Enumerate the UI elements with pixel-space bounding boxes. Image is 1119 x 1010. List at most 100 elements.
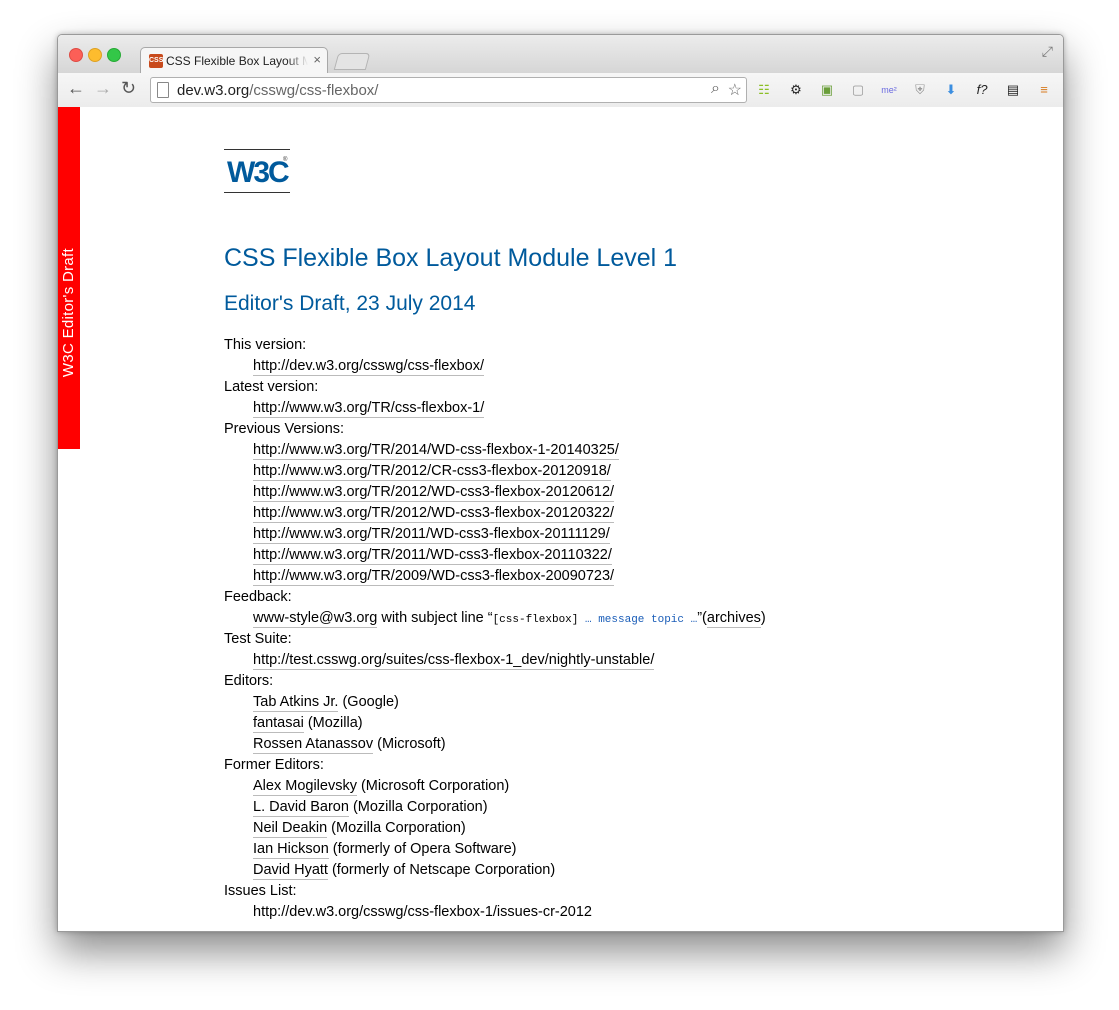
- readability-icon[interactable]: ▤: [1004, 81, 1022, 99]
- previous-version-link[interactable]: http://www.w3.org/TR/2011/WD-css3-flexbo…: [253, 547, 612, 565]
- former-editor-link[interactable]: Ian Hickson: [253, 841, 329, 859]
- logo-text: W3C: [227, 156, 290, 189]
- editor-link[interactable]: Tab Atkins Jr.: [253, 694, 339, 712]
- editor-affiliation: (Google): [338, 694, 399, 710]
- browser-window: CSS CSS Flexible Box Layout Module Level…: [57, 34, 1064, 932]
- zoom-window-button[interactable]: [107, 48, 121, 62]
- previous-version-item: http://www.w3.org/TR/2011/WD-css3-flexbo…: [253, 524, 766, 545]
- test-suite-label: Test Suite:: [224, 631, 292, 647]
- editor-item: fantasai (Mozilla): [253, 713, 766, 734]
- editor-item: Rossen Atanassov (Microsoft): [253, 734, 766, 755]
- editor-link[interactable]: fantasai: [253, 715, 304, 733]
- previous-version-link[interactable]: http://www.w3.org/TR/2012/WD-css3-flexbo…: [253, 484, 615, 502]
- former-editor-affiliation: (formerly of Netscape Corporation): [327, 862, 556, 878]
- editor-affiliation: (Microsoft): [373, 736, 446, 752]
- former-editor-affiliation: (Mozilla Corporation): [327, 820, 466, 836]
- previous-version-link[interactable]: http://www.w3.org/TR/2011/WD-css3-flexbo…: [253, 526, 610, 544]
- former-editor-link[interactable]: Neil Deakin: [253, 820, 328, 838]
- page-content: W3C Editor's Draft W3C ® CSS Flexible Bo…: [58, 107, 1063, 931]
- logo-registered: ®: [283, 157, 288, 163]
- feedback-label: Feedback:: [224, 589, 292, 605]
- reload-icon[interactable]: ↻: [121, 78, 136, 98]
- tab-title: CSS Flexible Box Layout Module Level 1: [166, 54, 308, 68]
- this-version-link[interactable]: http://dev.w3.org/csswg/css-flexbox/: [253, 358, 485, 376]
- close-tab-icon[interactable]: ×: [313, 52, 321, 67]
- previous-version-item: http://www.w3.org/TR/2012/CR-css3-flexbo…: [253, 461, 766, 482]
- former-editor-affiliation: (formerly of Opera Software): [328, 841, 517, 857]
- issues-list-label: Issues List:: [224, 883, 297, 899]
- browser-tab[interactable]: CSS CSS Flexible Box Layout Module Level…: [140, 47, 328, 74]
- close-window-button[interactable]: [69, 48, 83, 62]
- feedback-end: ): [760, 610, 766, 626]
- download-icon[interactable]: ⬇: [942, 81, 960, 99]
- previous-version-link[interactable]: http://www.w3.org/TR/2012/CR-css3-flexbo…: [253, 463, 611, 481]
- me2do-icon[interactable]: me²: [880, 81, 898, 99]
- back-arrow-icon[interactable]: ←: [67, 78, 85, 98]
- previous-version-item: http://www.w3.org/TR/2012/WD-css3-flexbo…: [253, 503, 766, 524]
- feedback-code: [css-flexbox]: [492, 614, 579, 626]
- feedback-email-link[interactable]: www-style@w3.org: [253, 610, 378, 628]
- shield-icon[interactable]: ⛨: [911, 81, 929, 99]
- archives-link[interactable]: archives: [706, 610, 761, 628]
- new-tab-button[interactable]: [333, 53, 371, 70]
- feedback-with-text: with subject line “: [377, 610, 493, 626]
- former-editor-item: Ian Hickson (formerly of Opera Software): [253, 839, 766, 860]
- latest-version-link[interactable]: http://www.w3.org/TR/css-flexbox-1/: [253, 400, 485, 418]
- feedback-item: www-style@w3.org with subject line “[css…: [253, 608, 766, 629]
- page-title: CSS Flexible Box Layout Module Level 1: [224, 244, 678, 272]
- former-editor-link[interactable]: David Hyatt: [253, 862, 328, 880]
- issues-list-url: http://dev.w3.org/csswg/css-flexbox-1/is…: [253, 904, 593, 920]
- status-ribbon[interactable]: W3C Editor's Draft: [58, 107, 80, 449]
- editor-link[interactable]: Rossen Atanassov: [253, 736, 374, 754]
- bookmark-star-icon[interactable]: ☆: [728, 80, 742, 100]
- ladder-icon[interactable]: ☷: [755, 81, 773, 99]
- editors-label: Editors:: [224, 673, 274, 689]
- former-editor-link[interactable]: L. David Baron: [253, 799, 349, 817]
- gear-icon[interactable]: ⚙: [787, 81, 805, 99]
- previous-version-link[interactable]: http://www.w3.org/TR/2009/WD-css3-flexbo…: [253, 568, 615, 586]
- previous-version-item: http://www.w3.org/TR/2009/WD-css3-flexbo…: [253, 566, 766, 587]
- title-bar: CSS CSS Flexible Box Layout Module Level…: [58, 35, 1063, 74]
- minimize-window-button[interactable]: [88, 48, 102, 62]
- paste-icon[interactable]: ▣: [818, 81, 836, 99]
- test-suite-item: http://test.csswg.org/suites/css-flexbox…: [253, 650, 766, 671]
- css-favicon-icon: CSS: [149, 54, 163, 68]
- latest-version-label: Latest version:: [224, 379, 319, 395]
- address-bar[interactable]: dev.w3.org/csswg/css-flexbox/ ⌕ ☆: [150, 77, 747, 103]
- previous-version-link[interactable]: http://www.w3.org/TR/2012/WD-css3-flexbo…: [253, 505, 615, 523]
- previous-version-item: http://www.w3.org/TR/2012/WD-css3-flexbo…: [253, 482, 766, 503]
- fullscreen-icon[interactable]: ⤢: [1042, 43, 1053, 60]
- latest-version-item: http://www.w3.org/TR/css-flexbox-1/: [253, 398, 766, 419]
- url-host: dev.w3.org: [177, 82, 250, 99]
- former-editors-label: Former Editors:: [224, 757, 324, 773]
- feedback-close-quote: ”(: [697, 610, 707, 626]
- menu-icon[interactable]: ≡: [1035, 81, 1053, 99]
- page-icon: [157, 82, 169, 98]
- former-editor-item: L. David Baron (Mozilla Corporation): [253, 797, 766, 818]
- previous-version-link[interactable]: http://www.w3.org/TR/2014/WD-css-flexbox…: [253, 442, 619, 460]
- this-version-item: http://dev.w3.org/csswg/css-flexbox/: [253, 356, 766, 377]
- editor-item: Tab Atkins Jr. (Google): [253, 692, 766, 713]
- previous-versions-label: Previous Versions:: [224, 421, 345, 437]
- url-text[interactable]: dev.w3.org/csswg/css-flexbox/: [177, 82, 378, 99]
- search-icon[interactable]: ⌕: [711, 80, 720, 98]
- logo-bottom-rule: [224, 192, 290, 193]
- linkedin-icon[interactable]: ▢: [849, 81, 867, 99]
- previous-version-item: http://www.w3.org/TR/2011/WD-css3-flexbo…: [253, 545, 766, 566]
- this-version-label: This version:: [224, 337, 307, 353]
- test-suite-link[interactable]: http://test.csswg.org/suites/css-flexbox…: [253, 652, 655, 670]
- editor-affiliation: (Mozilla): [303, 715, 363, 731]
- former-editor-item: David Hyatt (formerly of Netscape Corpor…: [253, 860, 766, 881]
- forward-arrow-icon[interactable]: →: [94, 78, 112, 98]
- former-editor-link[interactable]: Alex Mogilevsky: [253, 778, 357, 796]
- previous-version-item: http://www.w3.org/TR/2014/WD-css-flexbox…: [253, 440, 766, 461]
- former-editor-item: Neil Deakin (Mozilla Corporation): [253, 818, 766, 839]
- w3c-logo[interactable]: W3C ®: [224, 149, 290, 193]
- issues-list-item: http://dev.w3.org/csswg/css-flexbox-1/is…: [253, 902, 766, 923]
- former-editor-affiliation: (Mozilla Corporation): [348, 799, 488, 815]
- font-icon[interactable]: f?: [973, 81, 991, 99]
- logo-top-rule: [224, 149, 290, 150]
- document-metadata: This version: http://dev.w3.org/csswg/cs…: [224, 335, 766, 923]
- url-path: /csswg/css-flexbox/: [249, 82, 379, 99]
- feedback-topic: … message topic …: [578, 614, 698, 626]
